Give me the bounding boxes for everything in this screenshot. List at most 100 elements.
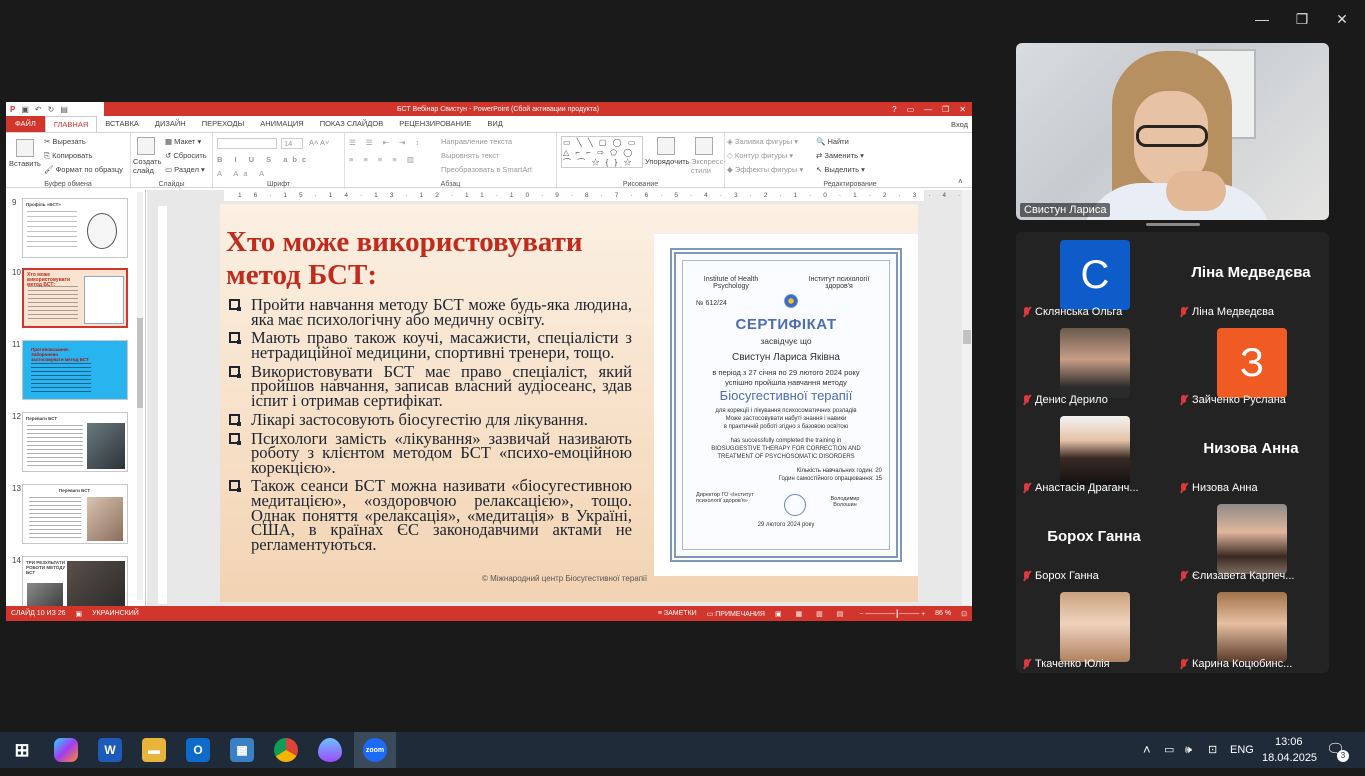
participant-tile[interactable]: Борох Ганна Борох Ганна <box>1016 496 1172 584</box>
shape-effects-button[interactable]: ◆ Эффекты фигуры ▾ <box>727 165 803 174</box>
app-drop-icon[interactable] <box>318 738 342 762</box>
slide-thumbnail[interactable]: Протипоказання: Заборонено застосовувати… <box>22 340 128 400</box>
replace-button[interactable]: ⇄ Заменить ▾ <box>816 151 864 160</box>
zoom-slider[interactable]: − ──────┃──── + <box>854 610 930 618</box>
section-button[interactable]: ▭ Раздел ▾ <box>165 165 205 174</box>
slide-scrollbar[interactable] <box>962 190 972 606</box>
tab-design[interactable]: ДИЗАЙН <box>147 116 194 132</box>
resize-handle[interactable] <box>1146 223 1200 226</box>
thumbnails-scrollbar[interactable] <box>137 192 143 600</box>
file-explorer-icon[interactable]: ▬ <box>142 738 166 762</box>
shapes-gallery[interactable]: ▭ ╲ ╲ ▢ ◯ ▭ △ ⌐ ⌐ ⇨ ⬠ ◯ ⌒ ⌒ ☆ { } ☆ <box>561 136 643 168</box>
layout-button[interactable]: ▦ Макет ▾ <box>165 137 201 146</box>
quick-styles-button[interactable]: Экспресс-стили <box>691 157 726 175</box>
ribbon-display-icon[interactable]: ▭ <box>907 105 915 114</box>
participant-tile[interactable]: З Зайченко Руслана <box>1173 320 1329 408</box>
copilot-icon[interactable] <box>54 738 78 762</box>
participant-tile[interactable]: Ліна Медведєва Ліна Медведєва <box>1173 232 1329 320</box>
font-format-icons[interactable]: B I U S abc <box>217 155 311 164</box>
participant-tile[interactable]: Карина Коцюбинс... <box>1173 584 1329 672</box>
tab-insert[interactable]: ВСТАВКА <box>97 116 147 132</box>
chrome-icon[interactable] <box>274 738 298 762</box>
arrange-icon[interactable] <box>657 137 675 155</box>
redo-icon[interactable]: ↻ <box>48 105 55 114</box>
align-icons[interactable]: ≡ ≡ ≡ ≡ ▥ <box>349 155 418 164</box>
arrange-button[interactable]: Упорядочить <box>645 157 690 166</box>
tab-view[interactable]: ВИД <box>479 116 510 132</box>
comments-button[interactable]: ▭ ПРИМЕЧАНИЯ <box>702 610 770 618</box>
participant-tile[interactable]: С Склянська Ольга <box>1016 232 1172 320</box>
participant-tile[interactable]: Низова Анна Низова Анна <box>1173 408 1329 496</box>
input-language[interactable]: ENG <box>1230 732 1254 768</box>
reset-button[interactable]: ↺ Сбросить <box>165 151 207 160</box>
start-from-beginning-icon[interactable]: ▤ <box>60 105 68 114</box>
zoom-icon[interactable]: zoom <box>363 738 387 762</box>
tab-slideshow[interactable]: ПОКАЗ СЛАЙДОВ <box>312 116 392 132</box>
collapse-ribbon-icon[interactable]: ˄ <box>958 177 963 186</box>
font-grow-icon[interactable]: A˄ A˅ <box>309 138 329 147</box>
select-button[interactable]: ↖ Выделить ▾ <box>816 165 865 174</box>
tab-review[interactable]: РЕЦЕНЗИРОВАНИЕ <box>391 116 479 132</box>
new-slide-icon[interactable] <box>137 137 155 155</box>
volume-icon[interactable]: 🕪 <box>1185 732 1192 768</box>
outlook-icon[interactable]: O <box>186 738 210 762</box>
close-icon[interactable]: ✕ <box>1322 8 1362 30</box>
font-name-select[interactable] <box>217 138 277 149</box>
font-size-select[interactable]: 14 <box>281 138 303 149</box>
help-icon[interactable]: ? <box>892 105 896 114</box>
tab-home[interactable]: ГЛАВНАЯ <box>44 115 98 133</box>
slide-scroll-thumb[interactable] <box>963 330 971 344</box>
tab-file[interactable]: ФАЙЛ <box>6 116 45 132</box>
smartart-button[interactable]: Преобразовать в SmartArt <box>441 165 532 174</box>
tab-transitions[interactable]: ПЕРЕХОДЫ <box>194 116 253 132</box>
font-color-icons[interactable]: A Aa A <box>217 169 269 178</box>
participant-tile[interactable]: Денис Дерило <box>1016 320 1172 408</box>
ppt-restore-icon[interactable]: ❐ <box>942 105 949 114</box>
signin-link[interactable]: Вход <box>951 120 972 129</box>
current-slide[interactable]: Хто може використовувати метод БСТ: Прой… <box>220 204 918 602</box>
windows-start-icon[interactable]: ⊞ <box>10 738 34 762</box>
slide-thumbnail-active[interactable]: Хто може використовувати метод БСТ: <box>22 268 128 328</box>
clock-date[interactable]: 18.04.2025 <box>1262 740 1317 776</box>
fit-slide-icon[interactable]: ⊡ <box>956 610 972 618</box>
new-slide-button[interactable]: Создать слайд <box>133 157 162 175</box>
slide-thumbnail[interactable]: Профіль «БСТ» <box>22 198 128 258</box>
paste-icon[interactable] <box>16 139 34 157</box>
undo-icon[interactable]: ↶ <box>35 105 42 114</box>
cut-button[interactable]: ✂ Вырезать <box>44 137 86 146</box>
active-speaker-video[interactable]: Свистун Лариса <box>1016 43 1329 220</box>
list-icons[interactable]: ☰ ☰ ⇤ ⇥ ↕ <box>349 138 423 147</box>
minimize-icon[interactable]: — <box>1242 8 1282 30</box>
participant-tile[interactable]: Ткаченко Юлія <box>1016 584 1172 672</box>
ppt-minimize-icon[interactable]: — <box>924 105 932 114</box>
zoom-taskbar-active[interactable]: zoom <box>354 732 396 768</box>
shape-outline-button[interactable]: ◇ Контур фигуры ▾ <box>727 151 793 160</box>
notes-button[interactable]: ≡ ЗАМЕТКИ <box>653 610 702 617</box>
quick-styles-icon[interactable] <box>695 137 713 155</box>
text-direction-button[interactable]: Направление текста <box>441 137 512 146</box>
format-painter-button[interactable]: 🖌 Формат по образцу <box>44 165 123 174</box>
view-buttons[interactable]: ▣ ▦ ▥ ▤ <box>770 610 854 618</box>
show-hidden-icons[interactable]: ˄ <box>1143 732 1151 768</box>
slide-thumbnail[interactable]: Переваги БСТ <box>22 484 128 544</box>
tab-animation[interactable]: АНИМАЦИЯ <box>252 116 311 132</box>
slide-thumbnail[interactable]: Переваги БСТ <box>22 412 128 472</box>
restore-icon[interactable]: ❐ <box>1282 8 1322 30</box>
paste-button[interactable]: Вставить <box>9 159 41 168</box>
network-icon[interactable]: ⊡ <box>1208 732 1217 768</box>
participant-tile[interactable]: Єлизавета Карпеч... <box>1173 496 1329 584</box>
control-panel-icon[interactable]: ▦ <box>230 738 254 762</box>
copy-button[interactable]: ⎘ Копировать <box>44 151 92 161</box>
shape-fill-button[interactable]: ◈ Заливка фигуры ▾ <box>727 137 798 146</box>
find-button[interactable]: 🔍 Найти <box>816 137 849 146</box>
ppt-close-icon[interactable]: ✕ <box>959 105 966 114</box>
spellcheck-icon[interactable]: ▣ <box>71 610 88 618</box>
language-indicator[interactable]: УКРАИНСКИЙ <box>87 610 144 617</box>
battery-icon[interactable]: ▭ <box>1164 732 1174 768</box>
zoom-level[interactable]: 86 % <box>930 610 956 617</box>
align-text-button[interactable]: Выровнять текст <box>441 151 499 160</box>
save-icon[interactable]: ▣ <box>21 105 29 114</box>
word-icon[interactable]: W <box>98 738 122 762</box>
slide-thumbnail[interactable]: ТРИ РЕЗУЛЬТАТИ РОБОТИ МЕТОДУ БСТ <box>22 556 128 606</box>
thumbnails-scroll-thumb[interactable] <box>137 318 143 408</box>
